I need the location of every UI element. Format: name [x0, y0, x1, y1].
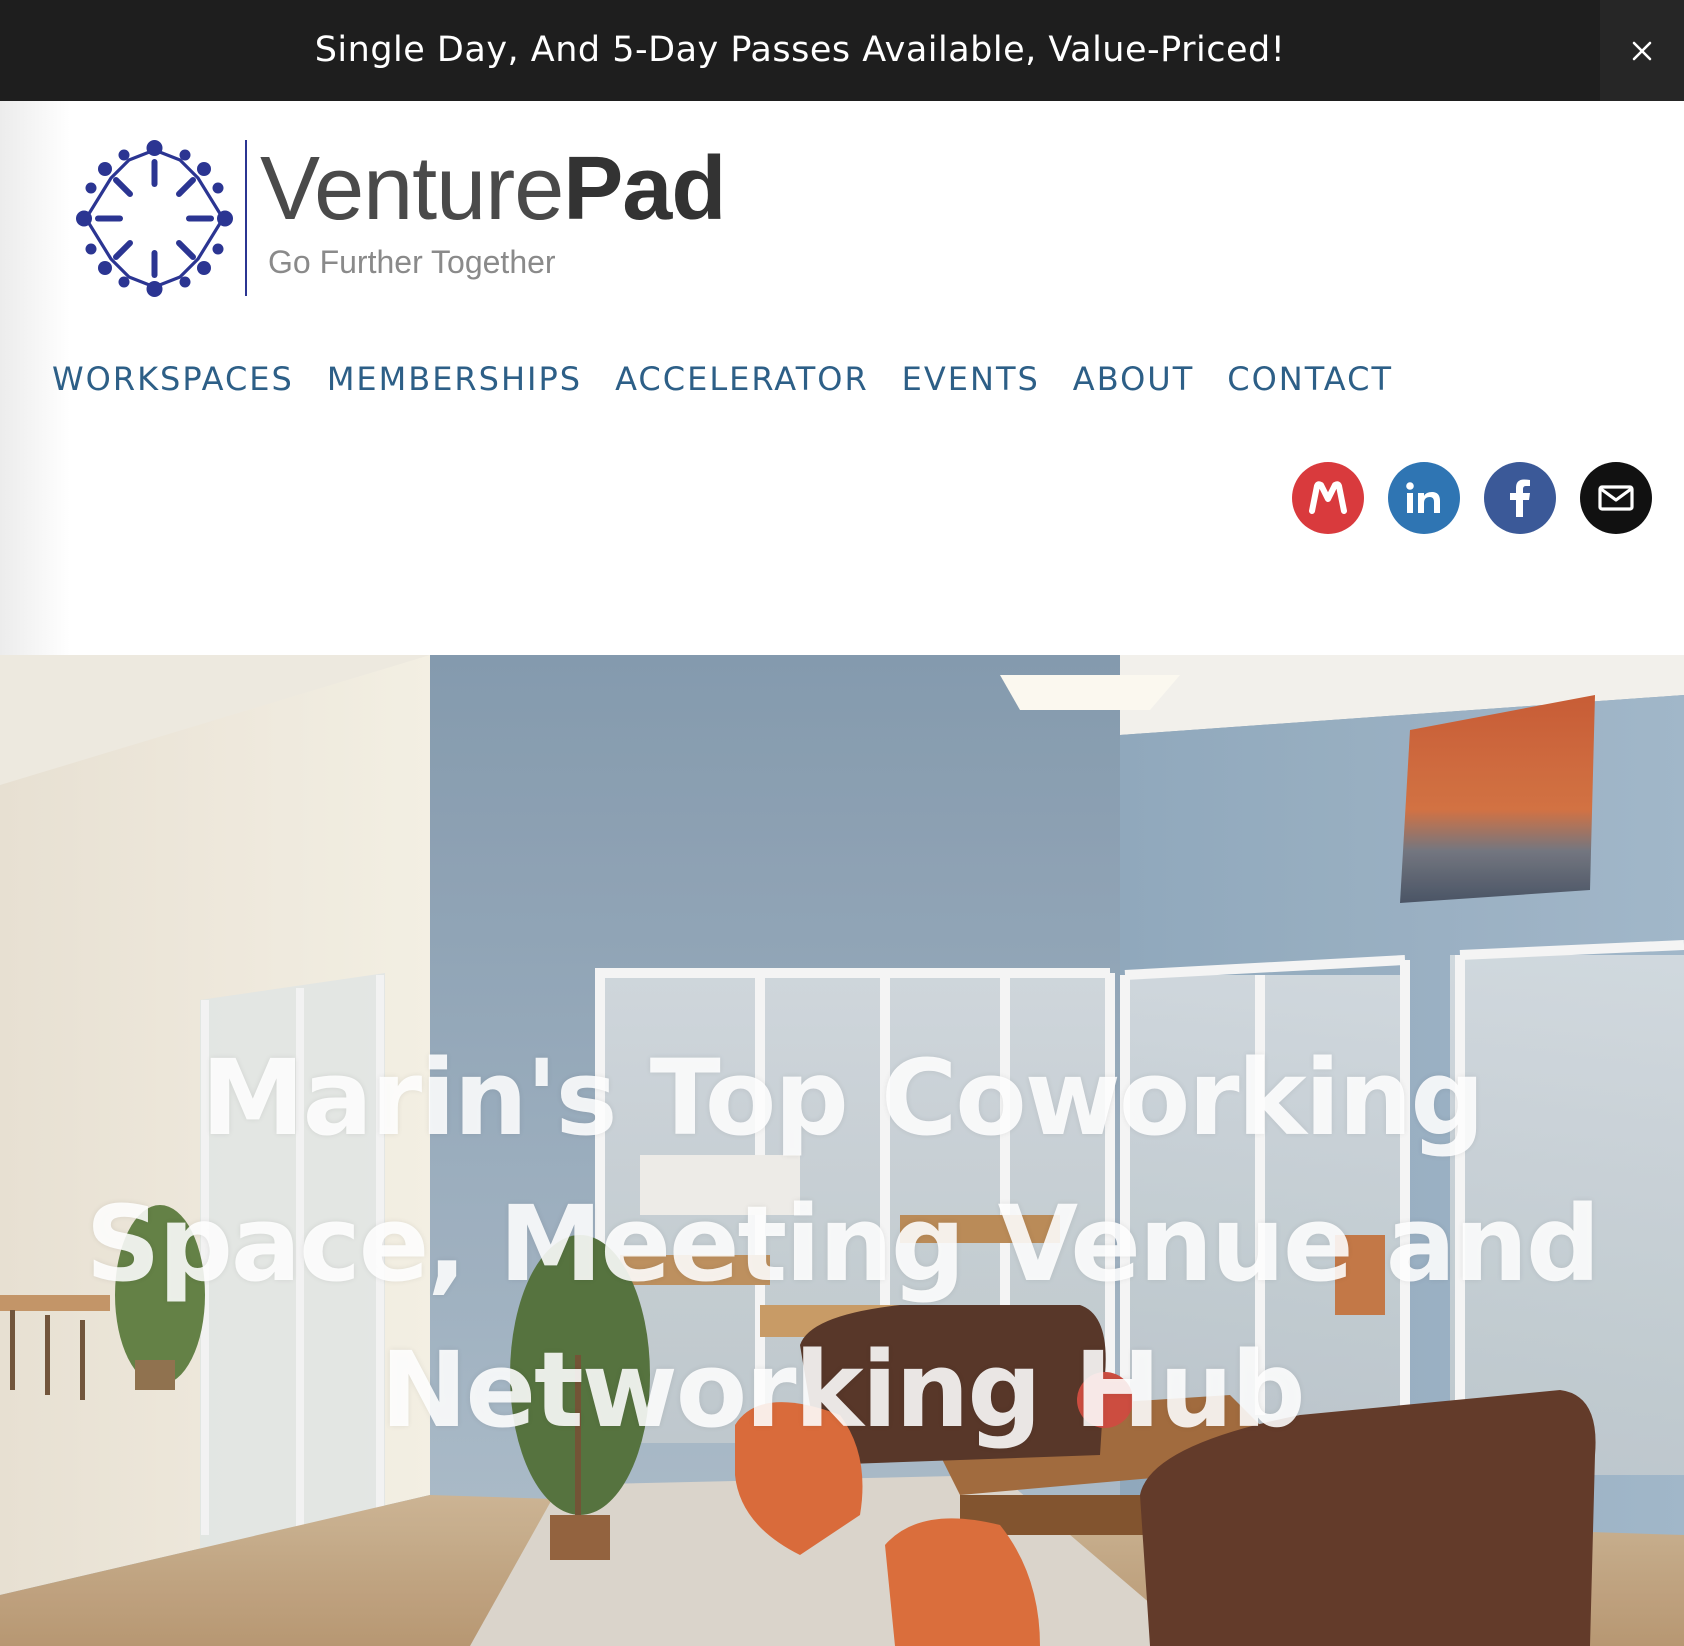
nav-item-workspaces[interactable]: WORKSPACES [52, 359, 294, 399]
brand-name-bold: Pad [563, 139, 726, 239]
linkedin-icon [1406, 482, 1440, 513]
close-icon [1632, 41, 1652, 60]
email-link[interactable] [1580, 462, 1652, 534]
facebook-icon [1510, 479, 1530, 517]
nav-item-memberships[interactable]: MEMBERSHIPS [327, 359, 582, 399]
people-circle-logo-icon [76, 140, 233, 297]
facebook-link[interactable] [1484, 462, 1556, 534]
hero-section: Marin's Top Coworking Space, Meeting Ven… [0, 655, 1684, 1646]
nav-item-contact[interactable]: CONTACT [1227, 359, 1393, 399]
logo-divider [245, 140, 247, 296]
nav-item-events[interactable]: EVENTS [902, 359, 1040, 399]
announcement-close-button[interactable] [1600, 0, 1684, 101]
brand-name: VenturePad [260, 139, 726, 239]
site-logo[interactable]: VenturePad Go Further Together [72, 136, 742, 301]
meetup-icon [1309, 481, 1347, 514]
nav-item-about[interactable]: ABOUT [1073, 359, 1194, 399]
meetup-link[interactable] [1292, 462, 1364, 534]
main-nav: WORKSPACES MEMBERSHIPS ACCELERATOR EVENT… [52, 359, 1426, 399]
brand-name-light: Venture [260, 139, 564, 239]
linkedin-link[interactable] [1388, 462, 1460, 534]
announcement-text: Single Day, And 5-Day Passes Available, … [314, 30, 1286, 70]
hero-title: Marin's Top Coworking Space, Meeting Ven… [85, 1037, 1601, 1451]
email-icon [1598, 485, 1634, 511]
announcement-bar: Single Day, And 5-Day Passes Available, … [0, 0, 1684, 101]
brand-tagline: Go Further Together [268, 244, 556, 280]
nav-item-accelerator[interactable]: ACCELERATOR [615, 359, 869, 399]
site-header: VenturePad Go Further Together WORKSPACE… [0, 101, 1684, 655]
